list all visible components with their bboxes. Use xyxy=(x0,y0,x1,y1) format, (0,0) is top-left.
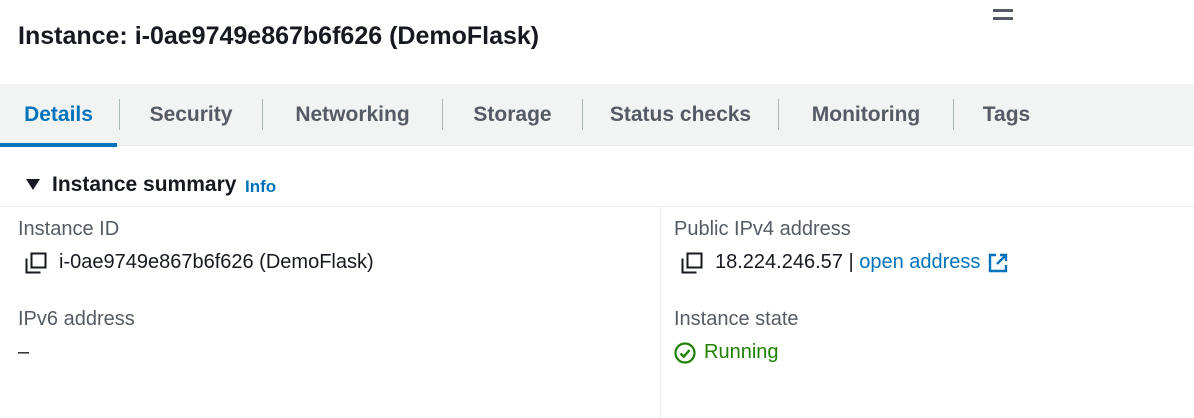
external-link-icon[interactable] xyxy=(987,252,1009,274)
column-divider xyxy=(660,206,661,418)
tab-bar: Details Security Networking Storage Stat… xyxy=(0,84,1194,147)
tab-tags[interactable]: Tags xyxy=(954,84,1059,145)
instance-state-label: Instance state xyxy=(674,308,799,330)
value-separator: | xyxy=(842,251,860,273)
instance-id-label: Instance ID xyxy=(18,218,120,240)
info-link[interactable]: Info xyxy=(245,177,276,197)
public-ipv4-value: 18.224.246.57 xyxy=(715,251,843,273)
page-header: Instance: i-0ae9749e867b6f626 (DemoFlask… xyxy=(0,0,1194,85)
tab-status-checks[interactable]: Status checks xyxy=(583,84,778,145)
instance-state-row: Running xyxy=(674,341,779,364)
public-ipv4-label: Public IPv4 address xyxy=(674,218,851,240)
tab-networking[interactable]: Networking xyxy=(263,84,442,145)
check-circle-icon xyxy=(674,341,696,364)
instance-id-value-row: i-0ae9749e867b6f626 (DemoFlask) xyxy=(25,251,374,274)
section-title[interactable]: Instance summary xyxy=(52,173,236,197)
instance-id-value: i-0ae9749e867b6f626 (DemoFlask) xyxy=(59,251,374,273)
copy-icon[interactable] xyxy=(681,252,703,274)
ipv6-value: – xyxy=(18,341,30,363)
caret-down-icon[interactable] xyxy=(26,179,40,190)
copy-icon[interactable] xyxy=(25,252,47,274)
tab-storage[interactable]: Storage xyxy=(443,84,582,145)
public-ipv4-value-row: 18.224.246.57 | open address xyxy=(681,251,1009,274)
tab-monitoring[interactable]: Monitoring xyxy=(779,84,953,145)
instance-details-page: Instance: i-0ae9749e867b6f626 (DemoFlask… xyxy=(0,0,1194,418)
instance-summary-header: Instance summary Info xyxy=(0,164,1194,207)
ipv6-label: IPv6 address xyxy=(18,308,135,330)
open-address-link[interactable]: open address xyxy=(859,251,980,274)
page-title: Instance: i-0ae9749e867b6f626 (DemoFlask… xyxy=(18,22,540,50)
tab-security[interactable]: Security xyxy=(120,84,262,145)
hamburger-menu-icon[interactable] xyxy=(993,9,1013,21)
instance-state-value: Running xyxy=(704,341,779,363)
tab-details[interactable]: Details xyxy=(0,84,117,147)
